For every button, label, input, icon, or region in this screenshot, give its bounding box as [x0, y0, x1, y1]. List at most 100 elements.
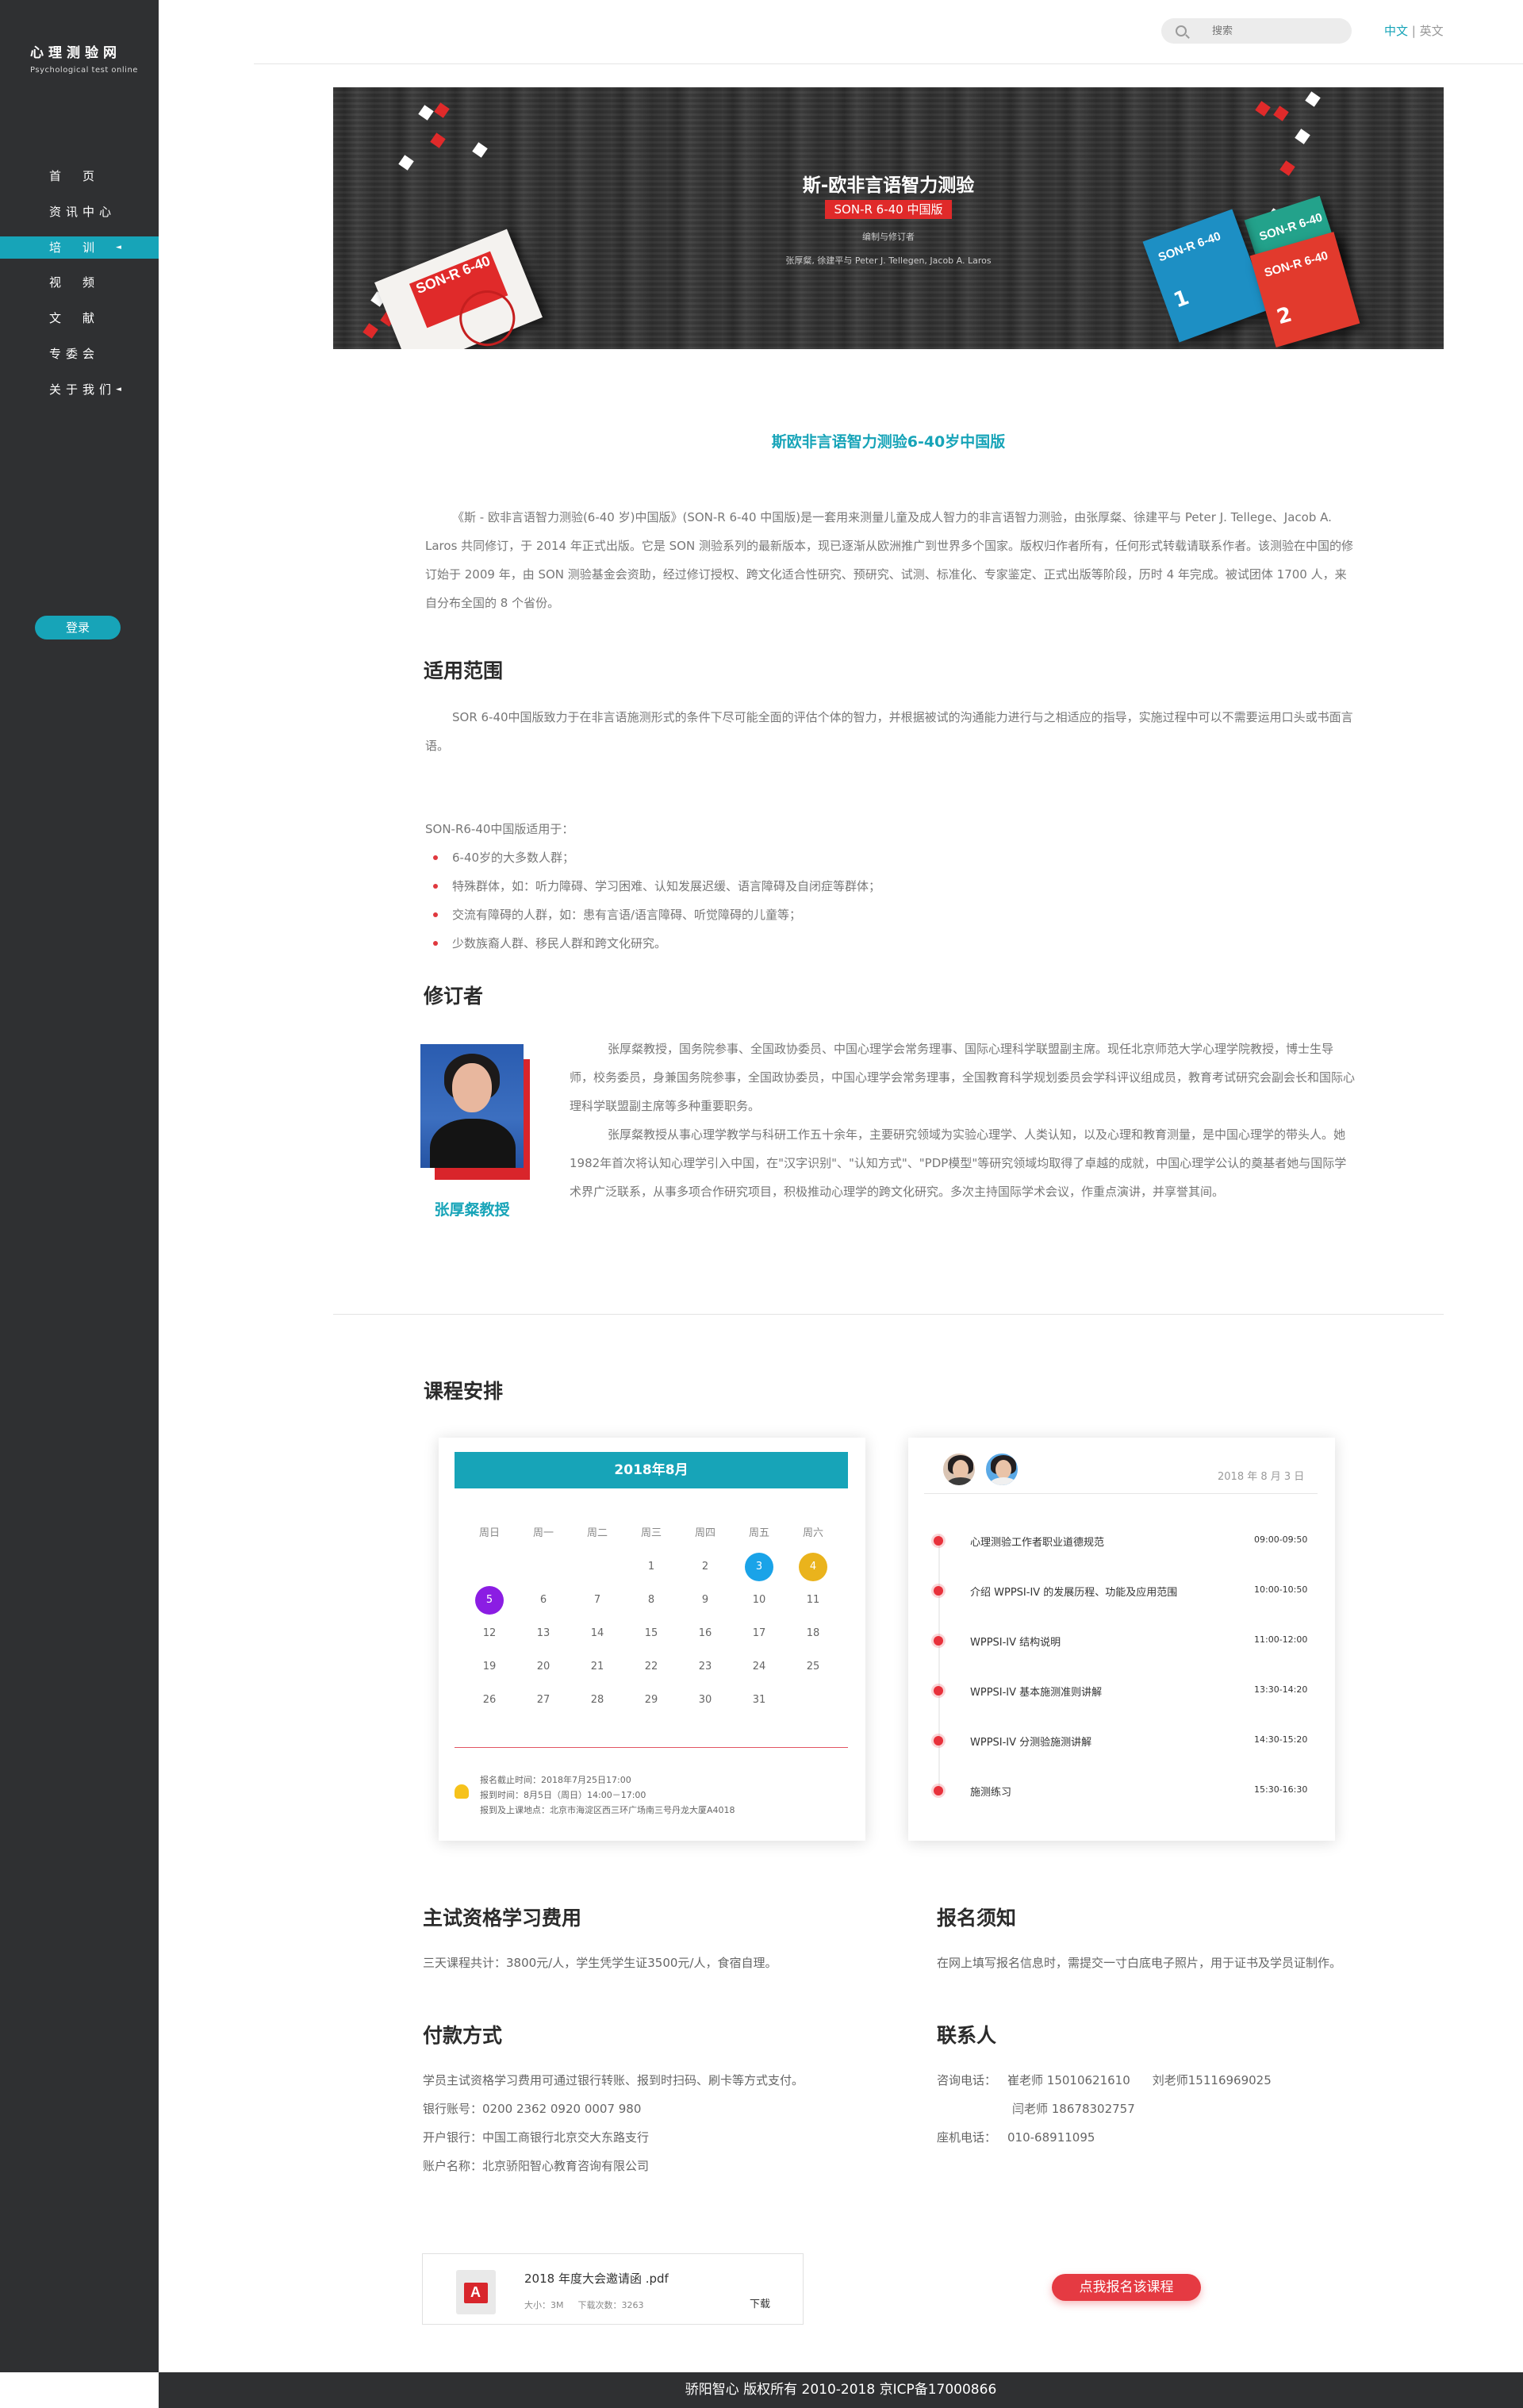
page-title: 斯欧非言语智力测验6-40岁中国版	[771, 433, 1006, 451]
calendar-day[interactable]: 3	[732, 1550, 786, 1584]
calendar-day[interactable]: 23	[678, 1650, 732, 1684]
reviser-name: 张厚粲教授	[434, 1201, 510, 1219]
calendar-day[interactable]: 18	[786, 1617, 840, 1650]
language-switch: 中文 | 英文	[1384, 22, 1444, 39]
calendar-day[interactable]: 15	[624, 1617, 678, 1650]
location-text: 报到及上课地点：北京市海淀区西三环广场南三号丹龙大厦A4018	[480, 1805, 735, 1815]
calendar-day[interactable]: 7	[570, 1584, 624, 1617]
scope-list: SON-R6-40中国版适用于： 6-40岁的大多数人群； 特殊群体，如：听力障…	[425, 815, 880, 958]
lang-cn[interactable]: 中文	[1384, 24, 1408, 38]
calendar-day[interactable]: 30	[678, 1684, 732, 1717]
calendar-week-row: 5 6 7 8 9 10 11	[462, 1584, 840, 1617]
nav-item-training[interactable]: 培 训 ◄	[0, 236, 159, 259]
schedule-item[interactable]: 施测练习 15:30-16:30	[932, 1783, 1325, 1799]
calendar-day[interactable]: 17	[732, 1617, 786, 1650]
nav-item-committee[interactable]: 专委会	[0, 336, 159, 372]
calendar-day[interactable]: 28	[570, 1684, 624, 1717]
calendar-day[interactable]: 1	[624, 1550, 678, 1584]
phone-contact: 闫老师 18678302757	[1012, 2102, 1135, 2116]
calendar-month: 2018年8月	[455, 1452, 848, 1488]
schedule-item[interactable]: 心理测验工作者职业道德规范 09:00-09:50	[932, 1533, 1325, 1549]
weekday: 周二	[586, 1527, 608, 1539]
avatar-body	[946, 1477, 975, 1485]
schedule-item[interactable]: WPPSI-IV 分测验施测讲解 14:30-15:20	[932, 1733, 1325, 1749]
schedule-item[interactable]: 介绍 WPPSI-IV 的发展历程、功能及应用范围 10:00-10:50	[932, 1583, 1325, 1599]
schedule-item[interactable]: WPPSI-IV 基本施测准则讲解 13:30-14:20	[932, 1683, 1325, 1699]
avatar[interactable]	[942, 1452, 976, 1487]
calendar-day[interactable]: 10	[732, 1584, 786, 1617]
calendar-day	[516, 1550, 570, 1584]
search-box[interactable]	[1161, 18, 1352, 44]
timeline-dot	[934, 1786, 943, 1795]
avatar[interactable]	[984, 1452, 1019, 1487]
session-title: 施测练习	[970, 1787, 1012, 1799]
checkin-text: 报到时间：8月5日（周日）14:00－17:00	[480, 1790, 646, 1800]
calendar-day[interactable]: 25	[786, 1650, 840, 1684]
calendar-day[interactable]: 27	[516, 1684, 570, 1717]
lang-separator: |	[1411, 24, 1416, 38]
calendar-week-row: 12 13 14 15 16 17 18	[462, 1617, 840, 1650]
avatar-body	[989, 1477, 1018, 1485]
banner-subtitle: 编制与修订者	[862, 232, 915, 242]
calendar-day	[462, 1550, 516, 1584]
file-meta: 大小：3M 下载次数：3263	[524, 2299, 644, 2311]
search-input[interactable]	[1212, 23, 1339, 39]
nav-item-literature[interactable]: 文 献	[0, 301, 159, 336]
calendar-day[interactable]: 31	[732, 1684, 786, 1717]
calendar-day[interactable]: 2	[678, 1550, 732, 1584]
download-card: A 2018 年度大会邀请函 .pdf 大小：3M 下载次数：3263 下载	[422, 2253, 804, 2325]
fee-heading: 主试资格学习费用	[423, 1907, 582, 1930]
calendar-day[interactable]: 6	[516, 1584, 570, 1617]
list-title: SON-R6-40中国版适用于：	[425, 822, 574, 836]
avatar-face	[996, 1460, 1011, 1479]
calendar-day[interactable]: 5	[462, 1584, 516, 1617]
lang-en[interactable]: 英文	[1420, 24, 1444, 38]
calendar-day[interactable]: 11	[786, 1584, 840, 1617]
contact-landline-row: 座机电话： 010-68911095	[937, 2123, 1381, 2152]
calendar-day[interactable]: 24	[732, 1650, 786, 1684]
bio-paragraph: 张厚粲教授，国务院参事、全国政协委员、中国心理学会常务理事、国际心理科学联盟副主…	[570, 1042, 1356, 1113]
weekday: 周三	[640, 1527, 662, 1539]
list-item: 交流有障碍的人群，如：患有言语/语言障碍、听觉障碍的儿童等；	[425, 901, 880, 929]
payment-account: 银行账号：0200 2362 0920 0007 980	[423, 2102, 642, 2116]
photo-face	[452, 1063, 492, 1112]
signup-button[interactable]: 点我报名该课程	[1052, 2274, 1201, 2301]
calendar-day[interactable]: 21	[570, 1650, 624, 1684]
calendar-day[interactable]: 14	[570, 1617, 624, 1650]
calendar-day[interactable]: 8	[624, 1584, 678, 1617]
phone-label: 咨询电话：	[937, 2073, 997, 2087]
nav-item-video[interactable]: 视 频	[0, 265, 159, 301]
hero-banner: SON-R 6-40 SON-R 6-40 SON-R 6-40 1 SON-R …	[333, 87, 1444, 349]
schedule-item[interactable]: WPPSI-IV 结构说明 11:00-12:00	[932, 1633, 1325, 1649]
calendar-day[interactable]: 29	[624, 1684, 678, 1717]
photo-body	[430, 1119, 516, 1168]
session-time: 09:00-09:50	[1254, 1534, 1308, 1545]
calendar-day[interactable]: 9	[678, 1584, 732, 1617]
calendar-week-row: 1234	[462, 1550, 840, 1584]
calendar-day[interactable]: 4	[786, 1550, 840, 1584]
calendar-day[interactable]: 12	[462, 1617, 516, 1650]
nav-item-news[interactable]: 资讯中心	[0, 194, 159, 230]
calendar-day[interactable]: 19	[462, 1650, 516, 1684]
bio-paragraph: 张厚粲教授从事心理学教学与科研工作五十余年，主要研究领域为实验心理学、人类认知，…	[570, 1127, 1347, 1199]
download-button[interactable]: 下载	[750, 2295, 770, 2310]
nav-item-about[interactable]: 关于我们 ◄	[0, 372, 159, 408]
file-size: 大小：3M	[524, 2300, 564, 2310]
login-button[interactable]: 登录	[35, 616, 121, 639]
section-divider	[333, 1314, 1444, 1315]
calendar-day[interactable]: 26	[462, 1684, 516, 1717]
nav-item-home[interactable]: 首 页	[0, 159, 159, 194]
avatar-face	[953, 1460, 969, 1479]
sidebar: 心理测验网 Psychological test online 首 页 资讯中心…	[0, 0, 159, 2372]
calendar-day[interactable]: 16	[678, 1617, 732, 1650]
calendar-day[interactable]: 13	[516, 1617, 570, 1650]
banner-title: 斯-欧非言语智力测验	[802, 175, 975, 196]
calendar-day[interactable]: 22	[624, 1650, 678, 1684]
calendar-week-row: 26 27 28 29 30 31	[462, 1684, 840, 1717]
site-logo[interactable]: 心理测验网 Psychological test online	[30, 41, 138, 75]
book-number: 1	[1170, 286, 1193, 313]
caret-left-icon: ◄	[116, 386, 121, 394]
payment-info: 学员主试资格学习费用可通过银行转账、报到时扫码、刷卡等方式支付。 银行账号：02…	[423, 2066, 804, 2180]
session-time: 14:30-15:20	[1254, 1734, 1308, 1745]
calendar-day[interactable]: 20	[516, 1650, 570, 1684]
